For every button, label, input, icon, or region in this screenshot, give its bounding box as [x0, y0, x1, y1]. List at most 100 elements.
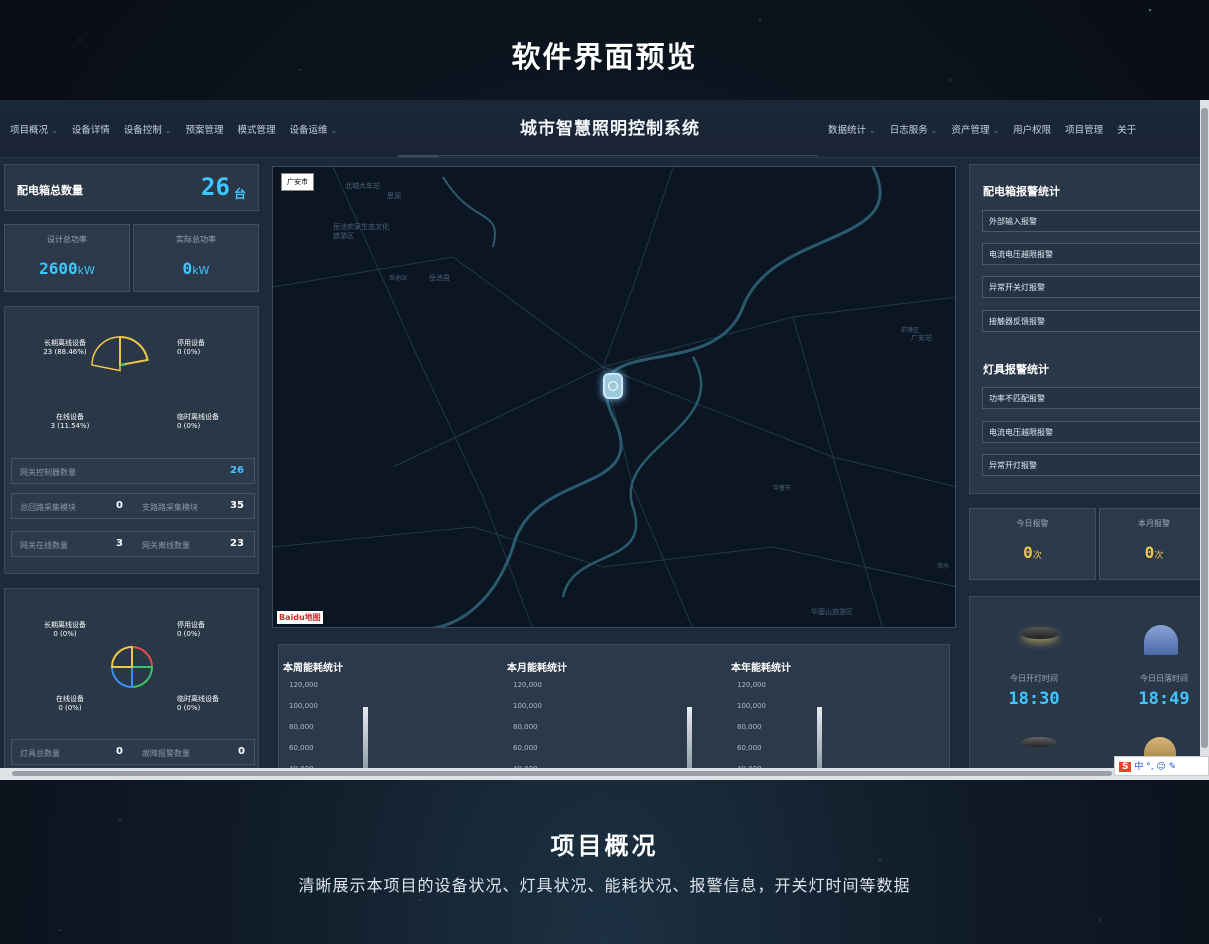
nav-item-permissions[interactable]: 用户权限 [1013, 122, 1051, 136]
nav-item-device-detail[interactable]: 设备详情 [72, 122, 110, 136]
design-power-unit: kW [77, 264, 95, 277]
lamp-alarm-item[interactable]: 功率不匹配报警 [982, 387, 1202, 409]
map-view[interactable]: 广安市 北城大车站 思源 岳池农家生态文化旅游区 岳池站 岳池县 广安站 前锋区… [272, 166, 956, 628]
actual-power-value: 0 [182, 259, 193, 278]
chevron-down-icon: ⌄ [51, 126, 58, 135]
alarm-unit: 次 [1032, 551, 1042, 561]
nav-item-logs[interactable]: 日志服务 ⌄ [890, 122, 938, 136]
month-alarm-label: 本月报警 [1138, 519, 1170, 528]
map-label: 华蓥市 [773, 485, 792, 492]
box-count-card: 配电箱总数量 26 台 [4, 164, 259, 211]
pie-slice [91, 336, 121, 372]
today-alarm-label: 今日报警 [1016, 519, 1049, 528]
y-tick-label: 80,000 [289, 723, 314, 731]
ime-toolbar[interactable]: S 中 °, ☺ ✎ [1114, 756, 1209, 776]
box-alarm-item[interactable]: 异常开关灯报警 [982, 276, 1202, 298]
light-on-label: 今日开灯时间 [1010, 674, 1058, 683]
sunset-value: 18:49 [1138, 689, 1190, 709]
map-label: 岳池站 [389, 275, 408, 282]
nav-left: 项目概况 ⌄ 设备详情 设备控制 ⌄ 预案管理 模式管理 设备运维 ⌄ [10, 122, 351, 136]
design-power-label: 设计总功率 [47, 235, 87, 244]
lamp-status-panel: 长期离线设备 0 (0%) 停用设备 0 (0%) 在线设备 0 (0%) 临时离线设… [4, 588, 259, 778]
lamp-total-row: 灯具总数量 0 故障报警数量 0 [11, 739, 255, 765]
sunset-label: 今日日落时间 [1140, 674, 1188, 683]
map-label: 岳池县 [429, 274, 450, 282]
nav-item-overview[interactable]: 项目概况 ⌄ [10, 122, 58, 136]
lamp-temp-offline: 临时离线设备 0 (0%) [177, 695, 219, 712]
device-disabled: 停用设备 0 (0%) [177, 339, 205, 356]
box-alarm-item[interactable]: 外部输入报警 [982, 210, 1202, 232]
nav-item-mode[interactable]: 模式管理 [237, 122, 275, 136]
box-alarm-title: 配电箱报警统计 [983, 185, 1060, 198]
map-marker-icon[interactable] [603, 373, 623, 399]
vertical-scrollbar[interactable] [1200, 100, 1209, 768]
box-count-value: 26 [201, 173, 230, 201]
pie-slice [119, 335, 149, 367]
street-lamp-icon [1022, 737, 1056, 747]
lamp-long-offline: 长期离线设备 0 (0%) [44, 621, 86, 638]
energy-chart-title: 本周能耗统计 [283, 663, 343, 674]
box-alarm-item[interactable]: 电流电压越限报警 [982, 243, 1202, 265]
month-alarm-value: 0 [1144, 543, 1155, 562]
alarm-stats-panel: 配电箱报警统计 外部输入报警 电流电压越限报警 异常开关灯报警 接触器反馈报警 … [969, 164, 1209, 494]
nav-item-about[interactable]: 关于 [1117, 122, 1136, 136]
box-alarm-item[interactable]: 接触器反馈报警 [982, 310, 1202, 332]
pie-slice [131, 645, 154, 668]
device-status-pie [91, 335, 149, 372]
device-online: 在线设备 3 (11.54%) [50, 413, 90, 430]
y-tick-label: 100,000 [737, 702, 766, 710]
box-count-label: 配电箱总数量 [17, 184, 83, 197]
pie-slice [110, 666, 133, 689]
lamp-alarm-item[interactable]: 异常开灯报警 [982, 454, 1202, 476]
scrollbar-thumb[interactable] [1201, 108, 1208, 748]
top-navbar: 城市智慧照明控制系统 项目概况 ⌄ 设备详情 设备控制 ⌄ 预案管理 模式管理 设备… [0, 100, 1209, 158]
sunset-icon [1144, 625, 1178, 655]
horizontal-scrollbar[interactable] [0, 768, 1209, 780]
nav-item-maintenance[interactable]: 设备运维 ⌄ [289, 122, 337, 136]
lamp-online: 在线设备 0 (0%) [56, 695, 84, 712]
y-tick-label: 100,000 [289, 702, 318, 710]
nav-item-plan[interactable]: 预案管理 [185, 122, 223, 136]
chevron-down-icon: ⌄ [992, 126, 1000, 135]
box-count-unit: 台 [234, 187, 247, 201]
map-city-tag[interactable]: 广安市 [281, 173, 314, 191]
chevron-down-icon: ⌄ [330, 126, 338, 135]
y-tick-label: 120,000 [289, 681, 318, 689]
actual-power-unit: kW [192, 264, 210, 277]
lamp-disabled: 停用设备 0 (0%) [177, 621, 205, 638]
light-on-value: 18:30 [1008, 689, 1060, 709]
nav-item-assets[interactable]: 资产管理 ⌄ [951, 122, 999, 136]
energy-chart: 本周能耗统计120,000100,00080,00060,00040,000 [283, 645, 503, 780]
nav-item-statistics[interactable]: 数据统计 ⌄ [828, 122, 876, 136]
scrollbar-thumb[interactable] [12, 771, 1112, 776]
page-heading: 软件界面预览 [511, 40, 698, 74]
design-power-value: 2600 [39, 259, 78, 278]
nav-item-projects[interactable]: 项目管理 [1065, 122, 1103, 136]
y-tick-label: 60,000 [513, 744, 538, 752]
map-label: 北城大车站 [345, 182, 380, 190]
loop-module-row: 总回路采集模块 0 支路路采集模块 35 [11, 493, 255, 519]
nav-item-device-control[interactable]: 设备控制 ⌄ [124, 122, 172, 136]
y-tick-label: 80,000 [513, 723, 538, 731]
y-tick-label: 120,000 [513, 681, 542, 689]
light-time-panel: 今日开灯时间 18:30 今日日落时间 18:49 [969, 596, 1209, 780]
device-status-panel: 长期离线设备 23 (88.46%) 停用设备 0 (0%) 在线设备 3 (11.5… [4, 306, 259, 574]
pie-slice [110, 645, 133, 668]
y-tick-label: 60,000 [737, 744, 762, 752]
today-alarm-card: 今日报警 0次 [969, 508, 1096, 580]
energy-chart: 本年能耗统计120,000100,00080,00060,00040,000 [731, 645, 951, 780]
lamp-alarm-item[interactable]: 电流电压越限报警 [982, 421, 1202, 443]
today-alarm-value: 0 [1023, 543, 1033, 562]
alarm-unit: 次 [1154, 551, 1164, 561]
bulb-icon [608, 381, 618, 391]
map-label: 华蓥山旅游区 [811, 608, 853, 616]
map-label: 前锋区 [901, 327, 920, 334]
lamp-alarm-title: 灯具报警统计 [983, 363, 1049, 376]
energy-chart: 本月能耗统计120,000100,00080,00060,00040,000 [507, 645, 727, 780]
design-power-card: 设计总功率 2600kW [4, 224, 130, 292]
map-label: 思源 [387, 192, 401, 200]
energy-panel: 本周能耗统计120,000100,00080,00060,00040,000本月… [278, 644, 950, 780]
section-description: 清晰展示本项目的设备状况、灯具状况、能耗状况、报警信息，开关灯时间等数据 [298, 876, 911, 895]
map-label: 邻水 [937, 563, 950, 570]
system-title: 城市智慧照明控制系统 [520, 119, 700, 139]
